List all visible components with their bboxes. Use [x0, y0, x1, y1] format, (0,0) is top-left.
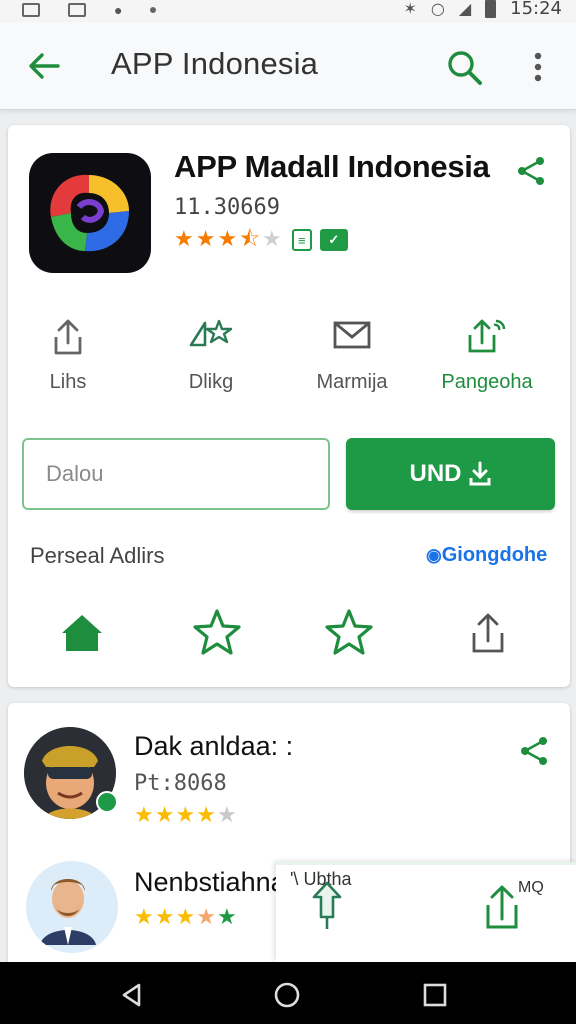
- system-nav-bar: [0, 962, 576, 1024]
- action-message[interactable]: Marmija: [292, 315, 412, 394]
- star-icon: ★: [217, 227, 238, 252]
- link-button[interactable]: ◉Giongdohe: [426, 544, 547, 567]
- star-icon: ★: [154, 803, 175, 828]
- page-title: APP Indonesia: [111, 46, 319, 81]
- bottom-icon-row: [8, 605, 570, 665]
- review-rating: ★ ★ ★ ★ ★: [134, 907, 237, 929]
- half-star-icon: ⯪: [239, 227, 261, 252]
- action-label: Pangeoha: [441, 371, 533, 393]
- action-row: Lihs Dlikg Marmija Pangeoha: [8, 315, 570, 405]
- avatar: [26, 861, 118, 953]
- install-button[interactable]: UND: [346, 438, 555, 510]
- action-share[interactable]: Lihs: [8, 315, 128, 394]
- favorite-icon: [189, 319, 233, 347]
- battery-icon: [485, 0, 497, 18]
- back-arrow-icon[interactable]: [24, 46, 64, 86]
- share-upload-icon[interactable]: [460, 605, 516, 661]
- nav-recents-icon[interactable]: [420, 980, 450, 1010]
- star-icon: ★: [196, 905, 216, 930]
- floating-action-panel: '\ Ubtha MQ: [276, 862, 576, 962]
- signal-icon: ◢: [458, 0, 472, 18]
- action-label: Lihs: [49, 371, 87, 393]
- status-bar: ● ✶ ○ ◢ 15:24: [0, 0, 576, 22]
- action-label: Dlikg: [188, 371, 234, 393]
- empty-star-icon: ★: [262, 227, 282, 252]
- bluetooth-icon: ✶: [403, 0, 417, 18]
- share-upload-icon[interactable]: [480, 879, 524, 933]
- info-badge-icon: ≡: [291, 229, 312, 251]
- star-outline-icon[interactable]: [189, 605, 245, 661]
- reviewer-name: Nenbstiahna: [134, 867, 286, 897]
- download-icon: [469, 461, 490, 486]
- review-rating: ★ ★ ★ ★ ★: [134, 805, 237, 827]
- section-label: Perseal Adlirs: [30, 543, 165, 568]
- star-icon: ★: [134, 905, 154, 930]
- reviewer-id: Pt:8068: [134, 771, 227, 796]
- action-favorite[interactable]: Dlikg: [151, 315, 271, 394]
- nav-back-icon[interactable]: [117, 980, 147, 1010]
- action-cast[interactable]: Pangeoha: [427, 315, 547, 394]
- app-notification-icon: [68, 3, 86, 17]
- share-icon[interactable]: [516, 733, 552, 769]
- share-icon[interactable]: [513, 153, 549, 189]
- home-icon[interactable]: [54, 605, 110, 661]
- app-details-card: APP Madall Indonesia 11.30669 ★ ★ ★ ⯪ ★ …: [8, 125, 570, 687]
- upload-icon[interactable]: [306, 879, 348, 933]
- online-badge-icon: [96, 791, 118, 813]
- more-options-icon[interactable]: [522, 48, 554, 88]
- app-id: 11.30669: [174, 195, 280, 220]
- star-icon: ★: [195, 227, 216, 252]
- app-name: APP Madall Indonesia: [174, 149, 490, 184]
- search-icon[interactable]: [443, 46, 487, 90]
- star-icon: ★: [216, 905, 237, 930]
- dot-notification-icon: [150, 7, 157, 13]
- verified-badge-icon: ✓: [319, 229, 348, 251]
- cast-icon: [468, 319, 506, 353]
- install-label: UND: [409, 460, 462, 487]
- gallery-notification-icon: [22, 3, 40, 17]
- app-bar: APP Indonesia: [0, 22, 576, 110]
- upload-icon: [54, 319, 82, 355]
- location-notification-icon: ●: [114, 2, 123, 18]
- text-input[interactable]: Dalou: [22, 438, 330, 510]
- globe-icon: ◉: [426, 545, 442, 565]
- status-time: 15:24: [510, 0, 562, 19]
- alarm-icon: ○: [430, 0, 445, 18]
- star-outline-icon[interactable]: [321, 605, 377, 661]
- nav-home-icon[interactable]: [272, 980, 302, 1010]
- star-icon: ★: [196, 803, 216, 828]
- star-icon: ★: [154, 905, 175, 930]
- empty-star-icon: ★: [216, 803, 237, 828]
- link-label: Giongdohe: [441, 544, 548, 566]
- app-rating: ★ ★ ★ ⯪ ★ ≡ ✓: [174, 229, 348, 251]
- star-icon: ★: [175, 803, 196, 828]
- reviewer-name: Dak anldaa: :: [134, 731, 294, 761]
- star-icon: ★: [174, 227, 194, 252]
- app-logo-icon[interactable]: [29, 153, 151, 273]
- action-label: Marmija: [316, 371, 388, 393]
- star-icon: ★: [175, 905, 196, 930]
- mail-icon: [333, 321, 371, 349]
- star-icon: ★: [134, 803, 154, 828]
